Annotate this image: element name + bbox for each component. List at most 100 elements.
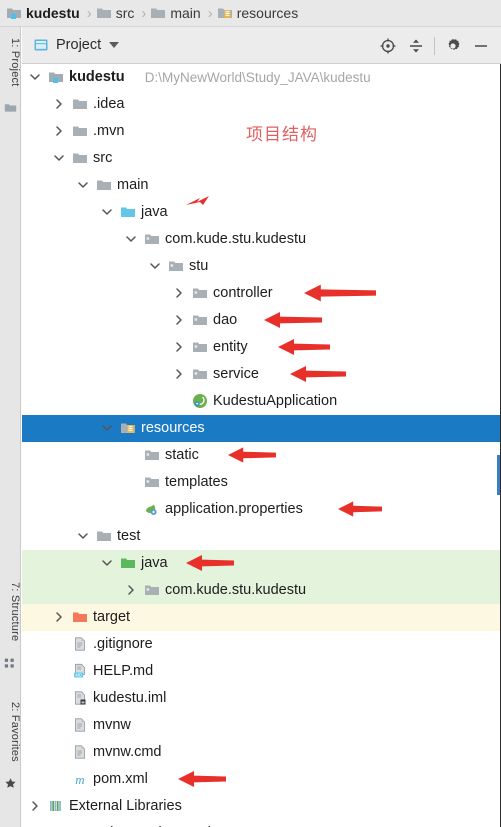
breadcrumb-item-kudestu[interactable]: kudestu (6, 0, 80, 27)
project-panel-header: Project (22, 27, 501, 64)
tree-row[interactable]: java (22, 199, 501, 226)
svg-text:MD: MD (75, 673, 82, 678)
tool-window-stripe: 1: Project 7: Structure 2: Favorites (0, 27, 21, 827)
tree-row[interactable]: m pom.xml (22, 766, 501, 793)
tree-row[interactable]: controller (22, 280, 501, 307)
tree-row[interactable]: main (22, 172, 501, 199)
sidebar-item-project[interactable]: 1: Project (0, 31, 21, 93)
panel-title: Project (56, 37, 102, 53)
sidebar-item-structure[interactable]: 7: Structure (0, 573, 21, 651)
breadcrumb-item-src[interactable]: src (96, 0, 134, 27)
tree-row-label: resources (141, 420, 205, 436)
chevron-right-icon[interactable] (28, 799, 42, 813)
tree-row-label: test (117, 528, 141, 544)
scrollbar-thumb[interactable] (497, 455, 500, 495)
tree-row[interactable]: kudestu.iml (22, 685, 501, 712)
iml-icon (75, 691, 86, 705)
tree-row[interactable]: service (22, 361, 501, 388)
breadcrumb-item-label: kudestu (26, 5, 80, 21)
locate-file-button[interactable] (374, 32, 402, 60)
tree-row-label: .gitignore (93, 636, 153, 652)
tree-row[interactable]: templates (22, 469, 501, 496)
spring-properties-icon (146, 504, 157, 515)
chevron-right-icon[interactable] (52, 97, 66, 111)
tree-row-label: HELP.md (93, 663, 154, 679)
folder-icon (97, 531, 111, 541)
chevron-down-icon[interactable] (148, 259, 162, 273)
chevron-right-icon[interactable] (172, 340, 186, 354)
project-view-selector[interactable]: Project (33, 37, 120, 53)
package-icon (145, 234, 159, 244)
tree-row[interactable]: KudestuApplication (22, 388, 501, 415)
tree-row[interactable]: application.properties (22, 496, 501, 523)
star-icon (5, 778, 16, 788)
tree-row[interactable]: com.kude.stu.kudestu (22, 226, 501, 253)
collapse-all-icon (410, 39, 422, 52)
package-icon (145, 477, 159, 487)
tree-row[interactable]: test (22, 523, 501, 550)
tree-row[interactable]: kudestu D:\MyNewWorld\Study_JAVA\kudestu (22, 64, 501, 91)
file-icon (75, 745, 85, 759)
settings-button[interactable] (439, 32, 467, 60)
folder-icon (73, 99, 87, 109)
module-folder-icon (7, 8, 21, 19)
chevron-right-icon[interactable] (124, 583, 138, 597)
tree-row-label: kudestu.iml (93, 690, 167, 706)
vertical-scrollbar[interactable] (496, 64, 501, 827)
tree-row[interactable]: .gitignore (22, 631, 501, 658)
chevron-down-icon[interactable] (124, 232, 138, 246)
chevron-right-icon[interactable] (52, 610, 66, 624)
chevron-right-icon[interactable] (172, 313, 186, 327)
folder-icon (73, 153, 87, 163)
tree-row[interactable]: External Libraries (22, 793, 501, 820)
project-icon (4, 104, 17, 112)
chevron-down-icon[interactable] (76, 529, 90, 543)
chevron-down-icon[interactable] (100, 556, 114, 570)
tree-row[interactable]: .idea (22, 91, 501, 118)
tree-row[interactable]: stu (22, 253, 501, 280)
chevron-down-icon[interactable] (109, 42, 120, 48)
tree-row[interactable]: target (22, 604, 501, 631)
tree-row-label: mvnw (93, 717, 131, 733)
tree-row[interactable]: resources (22, 415, 501, 442)
tree-row[interactable]: com.kude.stu.kudestu (22, 577, 501, 604)
minimize-icon (475, 44, 487, 47)
tree-row[interactable]: static (22, 442, 501, 469)
breadcrumb-item-label: main (170, 5, 201, 21)
tree-row-label: .idea (93, 96, 125, 112)
breadcrumb-item-resources[interactable]: resources (217, 0, 298, 27)
breadcrumb-item-main[interactable]: main (150, 0, 201, 27)
chevron-right-icon[interactable] (52, 124, 66, 138)
chevron-down-icon[interactable] (100, 421, 114, 435)
package-icon (193, 342, 207, 352)
chevron-down-icon[interactable] (76, 178, 90, 192)
chevron-down-icon[interactable] (52, 151, 66, 165)
chevron-right-icon[interactable] (172, 367, 186, 381)
resources-folder-icon (217, 8, 232, 18)
tree-row[interactable]: mvnw (22, 712, 501, 739)
structure-icon (4, 658, 14, 668)
breadcrumb-item-label: resources (236, 5, 299, 21)
chevron-down-icon[interactable] (28, 70, 42, 84)
tree-row[interactable]: Scratches and Consoles (22, 820, 501, 827)
tree-row[interactable]: entity (22, 334, 501, 361)
hide-panel-button[interactable] (467, 32, 495, 60)
tree-row[interactable]: mvnw.cmd (22, 739, 501, 766)
tree-row[interactable]: java (22, 550, 501, 577)
folder-icon (96, 8, 111, 18)
tree-row[interactable]: dao (22, 307, 501, 334)
sidebar-item-favorites[interactable]: 2: Favorites (0, 693, 21, 771)
project-view-icon (34, 39, 48, 51)
breadcrumb-separator: › (141, 4, 147, 22)
chevron-down-icon[interactable] (100, 205, 114, 219)
collapse-all-button[interactable] (402, 32, 430, 60)
tree-row-label: target (93, 609, 131, 625)
project-tree[interactable]: kudestu D:\MyNewWorld\Study_JAVA\kudestu.… (22, 64, 501, 827)
tree-row[interactable]: MD HELP.md (22, 658, 501, 685)
chevron-right-icon[interactable] (172, 286, 186, 300)
module-folder-icon (49, 72, 63, 83)
folder-icon (73, 126, 87, 136)
breadcrumb-separator: › (207, 4, 213, 22)
tree-row[interactable]: src (22, 145, 501, 172)
tree-row-label: dao (213, 312, 238, 328)
